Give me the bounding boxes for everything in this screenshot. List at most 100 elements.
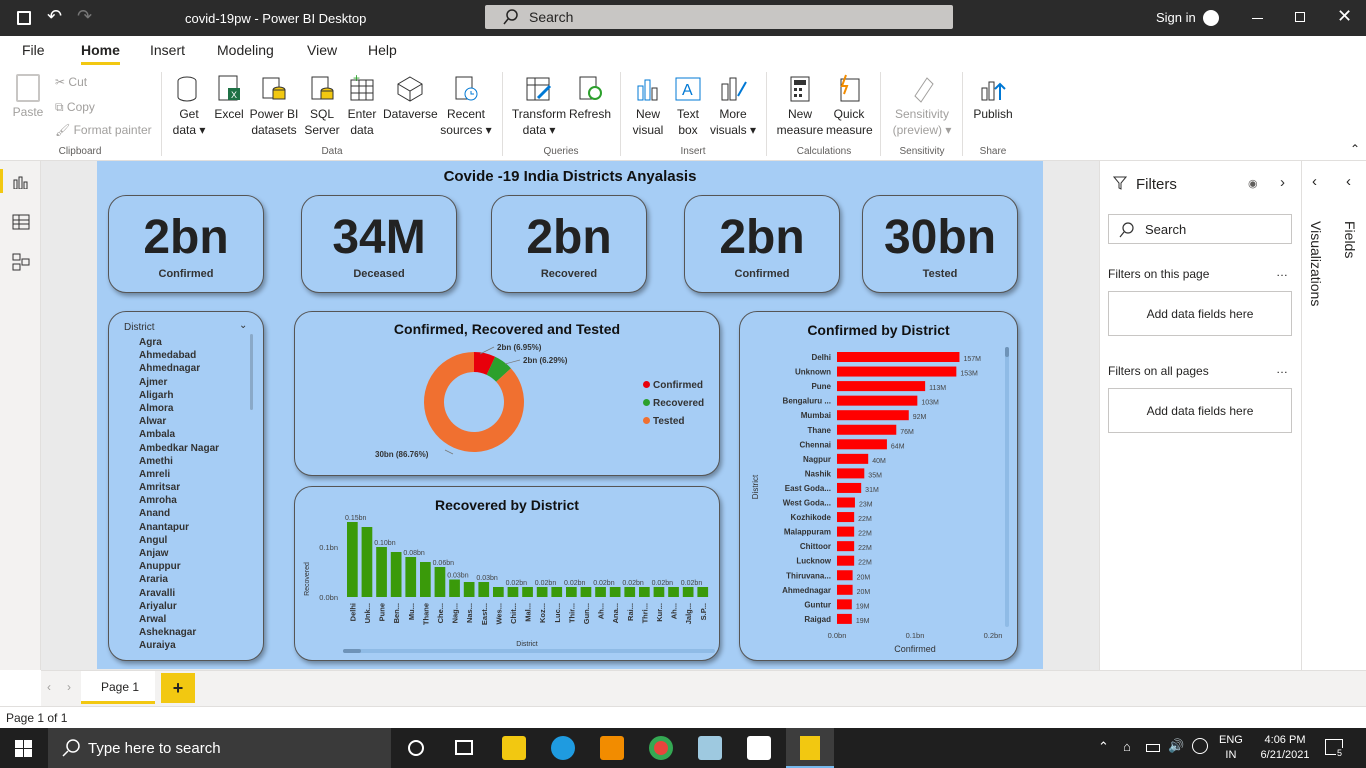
powerbi-taskbar-icon[interactable] <box>786 728 834 768</box>
avatar[interactable] <box>1203 10 1219 26</box>
legend-item[interactable]: Confirmed <box>643 380 704 398</box>
menu-file[interactable]: File <box>22 42 45 58</box>
chart-scrollbar[interactable] <box>1005 347 1009 627</box>
copy-button[interactable]: ⧉ Copy <box>55 100 95 115</box>
format-painter-button[interactable]: 🖌 Format painter <box>55 123 152 137</box>
save-icon[interactable] <box>17 11 31 25</box>
slicer-item[interactable]: Aravalli <box>139 587 249 600</box>
slicer-item[interactable]: Almora <box>139 402 249 415</box>
sign-in-link[interactable]: Sign in <box>1156 10 1196 25</box>
page-tab[interactable]: Page 1 <box>81 671 155 704</box>
slicer-item[interactable]: Ahmedabad <box>139 349 249 362</box>
menu-insert[interactable]: Insert <box>150 42 185 58</box>
sql-server-button[interactable]: SQL Server <box>303 74 341 138</box>
photos-icon[interactable] <box>747 736 771 760</box>
recent-sources-button[interactable]: Recent sources ▾ <box>440 74 492 138</box>
slicer-item[interactable]: Amreli <box>139 468 249 481</box>
more-options-icon[interactable]: … <box>1276 265 1288 279</box>
globe-icon[interactable] <box>1192 738 1208 754</box>
volume-icon[interactable]: 🔊 <box>1168 738 1184 754</box>
file-explorer-icon[interactable] <box>502 736 526 760</box>
next-page-icon[interactable]: › <box>67 680 71 694</box>
slicer-item[interactable]: Amethi <box>139 455 249 468</box>
more-options-icon[interactable]: … <box>1276 362 1288 376</box>
slicer-item[interactable]: Anand <box>139 507 249 520</box>
eye-icon[interactable]: ◉ <box>1248 177 1258 190</box>
prev-page-icon[interactable]: ‹ <box>47 680 51 694</box>
refresh-button[interactable]: Refresh <box>568 74 612 122</box>
chrome-icon[interactable] <box>649 736 673 760</box>
report-view-icon[interactable] <box>13 175 29 189</box>
minimize-icon[interactable] <box>1252 18 1263 19</box>
quick-measure-button[interactable]: Quick measure <box>826 74 873 138</box>
confirmed-chart-card[interactable]: Confirmed by District District Delhi 157M U… <box>739 311 1018 661</box>
restore-icon[interactable] <box>1295 12 1305 22</box>
taskbar-search[interactable]: Type here to search <box>48 728 391 768</box>
page-filter-drop[interactable]: Add data fields here <box>1108 291 1292 336</box>
excel-button[interactable]: X Excel <box>212 74 246 122</box>
slicer-item[interactable]: Ajmer <box>139 376 249 389</box>
kpi-card-confirmed-2[interactable]: 2bn Confirmed <box>684 195 840 293</box>
transform-data-button[interactable]: Transform data ▾ <box>510 74 568 138</box>
more-visuals-button[interactable]: More visuals ▾ <box>708 74 758 138</box>
clock[interactable]: 4:06 PM 6/21/2021 <box>1255 733 1315 763</box>
slicer-item[interactable]: Angul <box>139 534 249 547</box>
donut-chart-card[interactable]: Confirmed, Recovered and Tested 2bn (6.9… <box>294 311 720 476</box>
cut-button[interactable]: ✂ Cut <box>55 75 87 89</box>
task-view-icon[interactable] <box>455 740 473 755</box>
slicer-item[interactable]: Amritsar <box>139 481 249 494</box>
text-box-button[interactable]: A Text box <box>670 74 706 138</box>
data-view-icon[interactable] <box>12 214 30 230</box>
slicer-item[interactable]: Ambedkar Nagar <box>139 442 249 455</box>
pbi-datasets-button[interactable]: Power BI datasets <box>249 74 299 138</box>
legend-item[interactable]: Tested <box>643 416 704 434</box>
publish-button[interactable]: Publish <box>970 74 1016 122</box>
enter-data-button[interactable]: + Enter data <box>343 71 381 138</box>
undo-icon[interactable]: ↶ <box>47 6 62 27</box>
collapse-filters-icon[interactable]: › <box>1280 174 1285 191</box>
slicer-item[interactable]: Auraiya <box>139 639 249 652</box>
slicer-scrollbar[interactable] <box>250 334 253 410</box>
add-page-button[interactable]: + <box>161 673 195 703</box>
tray-up-arrow-icon[interactable]: ⌃ <box>1098 739 1109 755</box>
language-indicator[interactable]: ENG IN <box>1219 733 1243 763</box>
slicer-item[interactable]: Agra <box>139 336 249 349</box>
slicer-item[interactable]: Anjaw <box>139 547 249 560</box>
dataverse-button[interactable]: Dataverse <box>383 74 438 122</box>
kpi-card-recovered[interactable]: 2bn Recovered <box>491 195 647 293</box>
recovered-chart-card[interactable]: Recovered by District Recovered 0.0bn 0.1b… <box>294 486 720 661</box>
slicer-item[interactable]: Anantapur <box>139 521 249 534</box>
visualizations-tab[interactable]: Visualizations <box>1308 221 1324 306</box>
new-measure-button[interactable]: New measure <box>774 74 826 138</box>
menu-view[interactable]: View <box>307 42 337 58</box>
slicer-item[interactable]: Aligarh <box>139 389 249 402</box>
menu-home[interactable]: Home <box>81 42 120 58</box>
filter-search-box[interactable]: Search <box>1108 214 1292 244</box>
kpi-card-deceased[interactable]: 34M Deceased <box>301 195 457 293</box>
slicer-item[interactable]: Ahmednagar <box>139 362 249 375</box>
sublime-icon[interactable] <box>600 736 624 760</box>
all-pages-filter-drop[interactable]: Add data fields here <box>1108 388 1292 433</box>
expand-fields-icon[interactable]: ‹ <box>1346 173 1351 190</box>
slicer-item[interactable]: Ambala <box>139 428 249 441</box>
windows-start-icon[interactable] <box>15 740 32 757</box>
title-search-box[interactable]: Search <box>485 5 953 29</box>
app-icon[interactable] <box>698 736 722 760</box>
new-visual-button[interactable]: New visual <box>628 74 668 138</box>
kpi-card-tested[interactable]: 30bn Tested <box>862 195 1018 293</box>
slicer-item[interactable]: Alwar <box>139 415 249 428</box>
get-data-button[interactable]: Get data ▾ <box>168 74 210 138</box>
cortana-icon[interactable] <box>408 740 424 756</box>
slicer-item[interactable]: Ariyalur <box>139 600 249 613</box>
collapse-ribbon-icon[interactable]: ⌃ <box>1350 142 1360 156</box>
chevron-down-icon[interactable]: ⌄ <box>239 320 247 331</box>
model-view-icon[interactable] <box>12 253 30 271</box>
kpi-card-confirmed[interactable]: 2bn Confirmed <box>108 195 264 293</box>
slicer-item[interactable]: Amroha <box>139 494 249 507</box>
slicer-item[interactable]: Arwal <box>139 613 249 626</box>
legend-item[interactable]: Recovered <box>643 398 704 416</box>
slicer-item[interactable]: Anuppur <box>139 560 249 573</box>
report-view-icon[interactable] <box>0 169 3 193</box>
district-slicer[interactable]: District ⌄ Agra Ahmedabad Ahmednagar Ajmer A… <box>108 311 264 661</box>
chart-scrollbar[interactable] <box>343 649 715 653</box>
